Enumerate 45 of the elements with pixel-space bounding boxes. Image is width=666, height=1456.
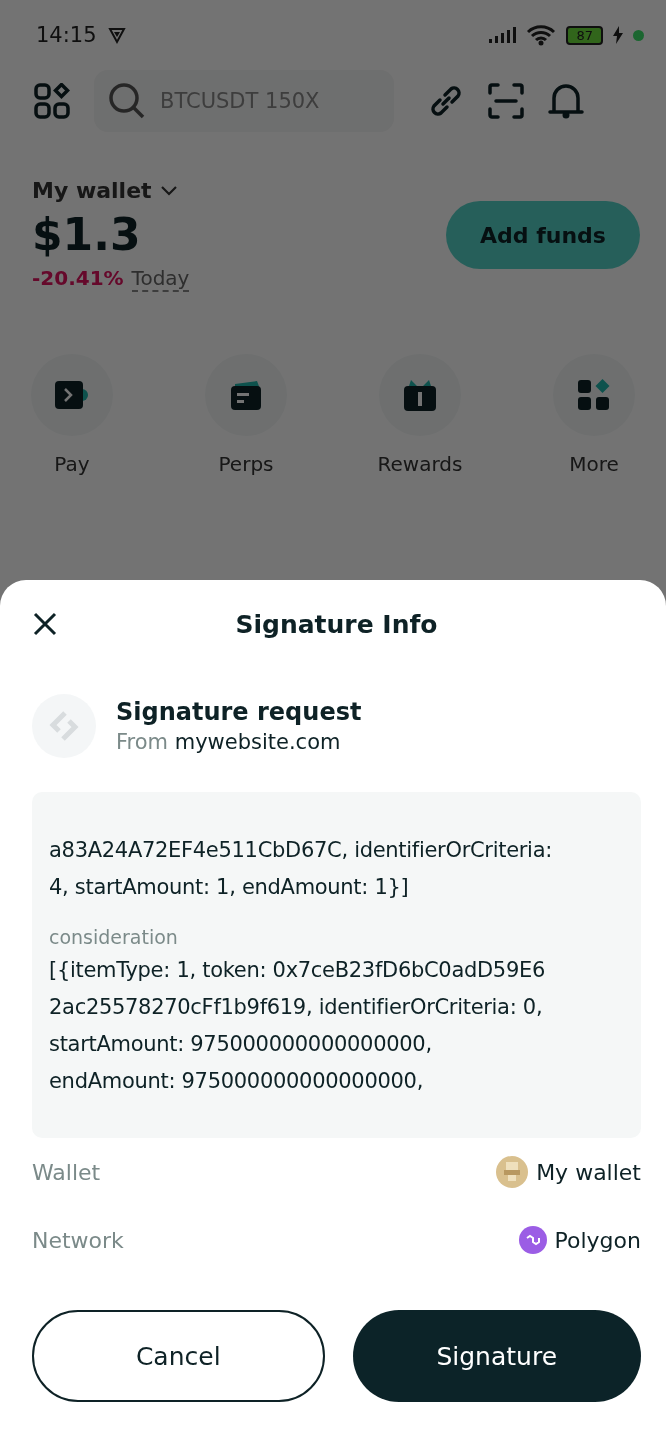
wifi-icon [526, 24, 557, 46]
shortcut-label[interactable]: Perps [218, 452, 274, 476]
gift-icon [403, 378, 437, 412]
request-origin: From mywebsite.com [116, 730, 342, 754]
search-icon [108, 82, 146, 120]
signal-icon [488, 26, 517, 44]
message-line: startAmount: 975000000000000000, [49, 1031, 433, 1058]
chevron-down-icon[interactable] [159, 184, 178, 197]
cancel-button[interactable]: Cancel [32, 1310, 325, 1402]
detail-value: My wallet [536, 1159, 641, 1185]
balance: $1.3 [32, 209, 142, 260]
field-label: consideration [49, 925, 179, 950]
wallet-name[interactable]: My wallet [32, 178, 152, 203]
wallet-avatar-icon [496, 1156, 529, 1188]
detail-label: Network [32, 1227, 124, 1253]
shortcut-label[interactable]: Pay [54, 452, 90, 476]
message-line: endAmount: 975000000000000000, [49, 1068, 424, 1095]
request-title: Signature request [116, 698, 362, 726]
bell-icon[interactable] [548, 82, 584, 120]
period-label[interactable]: Today [131, 266, 190, 292]
change-percent: -20.41% [32, 266, 124, 292]
message-line: 2ac25578270cFf1b9f619, identifierOrCriteria: 0, [49, 994, 544, 1021]
shortcut-label[interactable]: More [569, 452, 619, 476]
scan-icon[interactable] [488, 83, 524, 119]
status-dot [633, 29, 644, 41]
signature-button[interactable]: Signature [352, 1310, 641, 1402]
pay-icon [55, 379, 89, 411]
link-icon[interactable] [428, 83, 464, 119]
message-line: 4, startAmount: 1, endAmount: 1}] [49, 874, 410, 901]
grid-icon [577, 378, 611, 412]
wallet-icon [229, 378, 263, 412]
close-icon[interactable] [32, 611, 58, 637]
shortcut-label[interactable]: Rewards [377, 452, 463, 476]
charging-icon [613, 26, 623, 44]
message-line: a83A24A72EF4e511CbD67C, identifierOrCriteria: [49, 837, 553, 864]
sheet-title: Signature Info [235, 609, 438, 639]
swap-arrows-icon [47, 709, 81, 743]
battery-indicator: 87 [566, 25, 603, 45]
detail-value: Polygon [554, 1227, 641, 1253]
network-logo-icon [518, 1226, 547, 1254]
add-funds-button[interactable]: Add funds [446, 201, 640, 269]
detail-label: Wallet [32, 1159, 101, 1185]
message-line: [{itemType: 1, token: 0x7ceB23fD6bC0adD59E6 [49, 957, 546, 984]
apps-icon[interactable] [34, 83, 70, 119]
clock: 14:15 [36, 23, 97, 47]
